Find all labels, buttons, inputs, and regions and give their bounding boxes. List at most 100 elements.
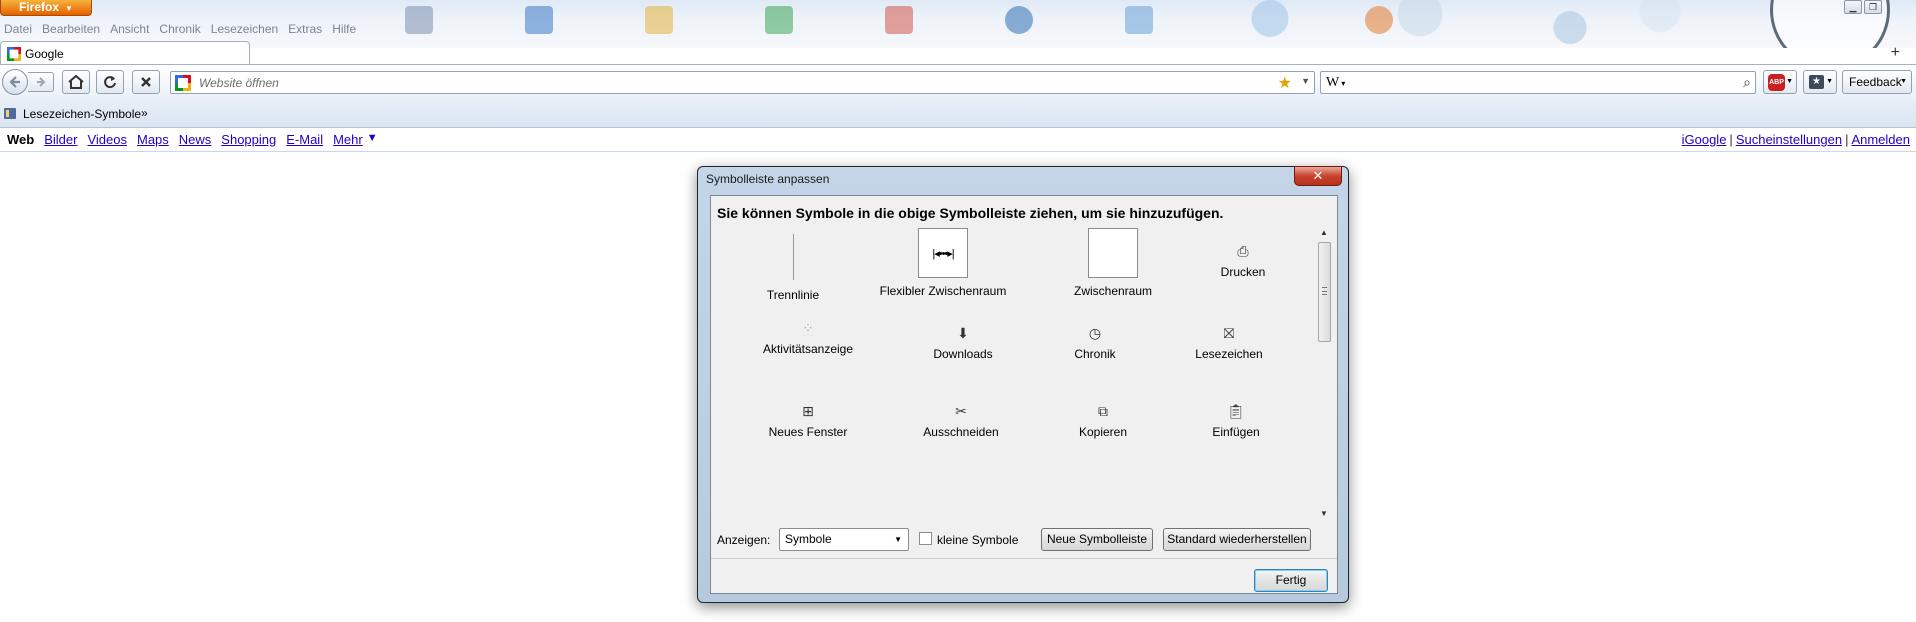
restore-default-button[interactable]: Standard wiederherstellen — [1163, 528, 1311, 551]
search-engine-selector[interactable]: W ▾ — [1326, 75, 1345, 91]
dialog-instruction: Sie können Symbole in die obige Symbolle… — [717, 205, 1224, 221]
palette-item-label: Chronik — [1074, 347, 1116, 361]
palette-item-flexible-space[interactable]: |◂•••▸| Flexibler Zwischenraum — [868, 228, 1018, 298]
nav-videos[interactable]: Videos — [87, 132, 127, 147]
menu-item-ansicht[interactable]: Ansicht — [110, 22, 149, 36]
feedback-button[interactable]: Feedback ▼ — [1842, 70, 1912, 94]
home-button[interactable] — [62, 70, 90, 94]
palette-item-label: Neues Fenster — [768, 425, 848, 439]
nav-news[interactable]: News — [179, 132, 212, 147]
clipboard-icon: 📋︎ — [1227, 403, 1245, 419]
bookmark-folder-icon[interactable] — [4, 108, 16, 119]
clock-icon: ◷ — [1088, 325, 1102, 341]
scissors-icon: ✂ — [955, 403, 967, 419]
minimize-button[interactable]: ▁ — [1844, 0, 1862, 14]
chevron-down-icon[interactable]: ▼ — [367, 132, 378, 147]
home-icon — [68, 75, 84, 89]
download-arrow-icon: ⬇ — [957, 325, 969, 341]
grip-icon — [1322, 287, 1327, 295]
nav-email[interactable]: E-Mail — [286, 132, 323, 147]
maximize-button[interactable]: ❐ — [1864, 0, 1882, 14]
search-magnifier-icon[interactable]: ⌕ — [1743, 74, 1751, 91]
menu-item-datei[interactable]: Datei — [4, 22, 32, 36]
url-bar[interactable]: ★ ▼ — [170, 71, 1315, 94]
small-icons-label[interactable]: kleine Symbole — [937, 533, 1018, 547]
desktop-shortcut-icon — [765, 6, 793, 34]
scrollbar-thumb[interactable] — [1318, 242, 1331, 342]
palette-item-new-window[interactable]: ⊞ Neues Fenster — [733, 403, 883, 439]
google-nav-bar: Web Bilder Videos Maps News Shopping E-M… — [0, 130, 1916, 152]
palette-item-paste[interactable]: 📋︎ Einfügen — [1161, 403, 1311, 439]
link-igoogle[interactable]: iGoogle — [1682, 132, 1727, 147]
palette-item-label: Ausschneiden — [923, 425, 999, 439]
stop-x-icon — [141, 77, 151, 87]
palette-item-history[interactable]: ◷ Chronik — [1020, 325, 1170, 361]
new-tab-plus-icon[interactable]: + — [1891, 44, 1900, 62]
dialog-content: Sie können Symbole in die obige Symbolle… — [710, 195, 1338, 594]
google-account-links: iGoogle | Sucheinstellungen | Anmelden — [1682, 132, 1910, 147]
reload-icon — [104, 76, 116, 89]
scroll-down-arrow-icon[interactable]: ▼ — [1320, 509, 1328, 518]
customize-toolbar-dialog: Symbolleiste anpassen ✕ Sie können Symbo… — [697, 166, 1349, 603]
search-input[interactable] — [1351, 74, 1721, 91]
tab-google[interactable]: Google — [0, 41, 250, 65]
small-icons-checkbox[interactable] — [919, 532, 932, 545]
nav-mehr[interactable]: Mehr — [333, 132, 363, 147]
dialog-options-row: Anzeigen: Symbole ▼ kleine Symbole Neue … — [717, 528, 1327, 552]
new-toolbar-button[interactable]: Neue Symbolleiste — [1041, 528, 1153, 551]
back-button[interactable] — [2, 69, 28, 95]
done-button[interactable]: Fertig — [1254, 569, 1328, 592]
palette-item-label: Lesezeichen — [1195, 347, 1263, 361]
bookmarks-overflow-chevron-icon[interactable]: » — [141, 106, 148, 120]
palette-item-print[interactable]: ⎙ Drucken — [1168, 243, 1318, 279]
forward-button[interactable] — [28, 72, 54, 92]
chevron-down-icon: ▼ — [1900, 78, 1907, 85]
palette-item-downloads[interactable]: ⬇ Downloads — [888, 325, 1038, 361]
forward-arrow-icon — [36, 77, 45, 87]
bookmarks-menu-button[interactable]: ★ ▼ — [1803, 70, 1837, 94]
menu-item-lesezeichen[interactable]: Lesezeichen — [211, 22, 278, 36]
chevron-down-icon: ▼ — [1786, 78, 1793, 85]
bookmarks-folder-label[interactable]: Lesezeichen-Symbole — [23, 107, 141, 121]
menu-item-extras[interactable]: Extras — [288, 22, 322, 36]
palette-scrollbar[interactable]: ▲ ▼ — [1316, 228, 1333, 518]
search-bar[interactable]: W ▾ ⌕ — [1320, 71, 1756, 94]
link-sucheinstellungen[interactable]: Sucheinstellungen — [1736, 132, 1842, 147]
palette-item-label: Aktivitätsanzeige — [762, 342, 854, 356]
nav-bilder[interactable]: Bilder — [44, 132, 77, 147]
reload-button[interactable] — [96, 70, 124, 94]
link-anmelden[interactable]: Anmelden — [1851, 132, 1910, 147]
palette-item-bookmarks[interactable]: ⛝ Lesezeichen — [1154, 325, 1304, 361]
printer-icon: ⎙ — [1237, 243, 1249, 259]
wikipedia-w-icon: W — [1326, 75, 1340, 90]
url-input[interactable] — [199, 74, 1199, 91]
toolbar-item-palette: Trennlinie |◂•••▸| Flexibler Zwischenrau… — [717, 228, 1315, 518]
show-mode-value: Symbole — [785, 532, 832, 546]
firefox-menu-label: Firefox — [19, 0, 60, 14]
background-decoration — [1150, 0, 1750, 46]
nav-maps[interactable]: Maps — [137, 132, 169, 147]
palette-item-activity[interactable]: ⁘ Aktivitätsanzeige — [733, 320, 883, 356]
scroll-up-arrow-icon[interactable]: ▲ — [1320, 228, 1328, 237]
menu-item-chronik[interactable]: Chronik — [159, 22, 200, 36]
palette-item-label: Downloads — [933, 347, 993, 361]
separator-line — [792, 234, 794, 280]
space-box — [1088, 228, 1138, 278]
url-history-dropdown-icon[interactable]: ▼ — [1301, 76, 1310, 86]
nav-shopping[interactable]: Shopping — [221, 132, 276, 147]
google-favicon-icon — [175, 75, 191, 91]
bookmark-star-icon[interactable]: ★ — [1278, 73, 1292, 93]
menu-item-hilfe[interactable]: Hilfe — [332, 22, 356, 36]
nav-web: Web — [7, 132, 35, 147]
firefox-menu-button[interactable]: Firefox ▼ — [0, 0, 92, 16]
dialog-close-button[interactable]: ✕ — [1294, 166, 1342, 186]
palette-item-cut[interactable]: ✂ Ausschneiden — [886, 403, 1036, 439]
menu-bar: Datei Bearbeiten Ansicht Chronik Lesezei… — [4, 22, 356, 36]
menu-item-bearbeiten[interactable]: Bearbeiten — [42, 22, 100, 36]
palette-item-separator[interactable]: Trennlinie — [718, 234, 868, 302]
palette-item-copy[interactable]: ⧉ Kopieren — [1028, 403, 1178, 439]
palette-item-space[interactable]: Zwischenraum — [1038, 228, 1188, 298]
show-mode-select[interactable]: Symbole ▼ — [779, 528, 909, 551]
stop-button[interactable] — [132, 70, 160, 94]
adblock-plus-button[interactable]: ABP ▼ — [1763, 70, 1797, 94]
